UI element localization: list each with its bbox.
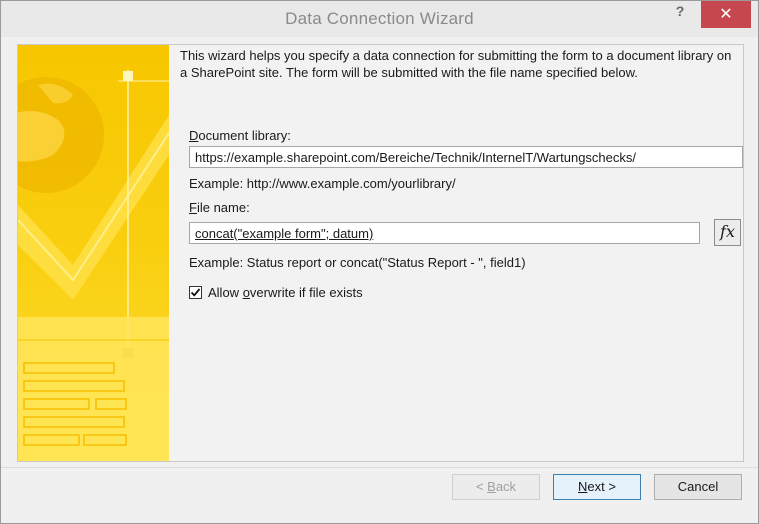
intro-text: This wizard helps you specify a data con… (180, 48, 732, 80)
wizard-content: This wizard helps you specify a data con… (17, 44, 744, 462)
file-name-input[interactable]: concat("example form"; datum) (189, 222, 700, 244)
allow-overwrite-label-post: verwrite if file exists (249, 285, 363, 300)
insert-formula-button[interactable]: fx (714, 219, 741, 246)
allow-overwrite-label: Allow overwrite if file exists (208, 285, 363, 300)
allow-overwrite-label-accel: o (242, 285, 250, 300)
data-connection-wizard-window: Data Connection Wizard ? ✕ This wizard h… (0, 0, 759, 524)
file-name-example: Example: Status report or concat("Status… (189, 255, 526, 270)
banner-illustration (18, 45, 169, 461)
back-button-accel: B (487, 479, 496, 494)
next-button-accel: N (578, 479, 588, 494)
checkmark-icon (190, 288, 201, 297)
allow-overwrite-checkbox[interactable] (189, 286, 202, 299)
next-button-post: ext > (587, 479, 616, 494)
cancel-button[interactable]: Cancel (654, 474, 742, 500)
back-button-post: ack (495, 479, 517, 494)
back-button-pre: < (475, 479, 488, 494)
next-button[interactable]: Next > (553, 474, 641, 500)
document-library-label-accel: D (189, 128, 199, 143)
document-library-label-rest: ocument library: (198, 128, 291, 143)
file-name-label-rest: ile name: (196, 200, 250, 215)
window-title: Data Connection Wizard (285, 9, 474, 28)
help-button[interactable]: ? (669, 3, 691, 25)
allow-overwrite-label-pre: Allow (208, 285, 243, 300)
close-button[interactable]: ✕ (701, 1, 751, 28)
document-library-input[interactable]: https://example.sharepoint.com/Bereiche/… (189, 146, 743, 168)
close-icon: ✕ (719, 6, 733, 23)
document-library-example: Example: http://www.example.com/yourlibr… (189, 176, 456, 191)
title-bar: Data Connection Wizard ? ✕ (1, 1, 758, 37)
document-library-label: Document library: (189, 128, 291, 143)
formula-icon: fx (720, 222, 735, 241)
footer-divider (1, 467, 758, 468)
back-button[interactable]: < Back (452, 474, 540, 500)
wizard-banner-graphic (18, 45, 169, 461)
file-name-label-accel: F (189, 200, 197, 215)
file-name-label: File name: (189, 200, 250, 215)
